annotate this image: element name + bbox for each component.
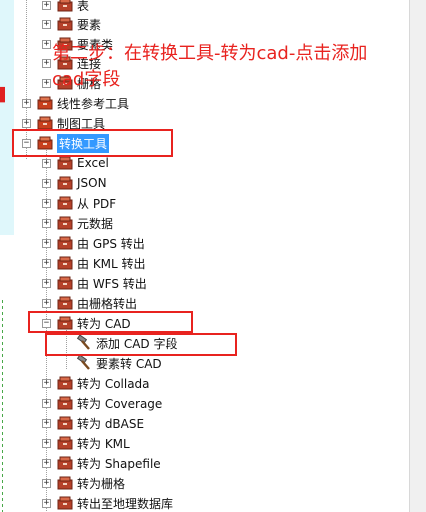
toolset-icon	[57, 396, 73, 410]
tree-item-feature[interactable]: + 要素	[42, 14, 101, 34]
tree-item-table[interactable]: + 表	[42, 0, 89, 15]
toolset-metadata[interactable]: + 元数据	[42, 213, 113, 233]
toolset-from-pdf[interactable]: + 从 PDF	[42, 193, 116, 213]
expand-plus-icon[interactable]: +	[42, 0, 51, 10]
annotation-text-line2: cad字段	[52, 69, 121, 90]
toolset-icon	[57, 476, 73, 490]
vertical-scrollbar[interactable]	[409, 0, 426, 512]
map-red-mark: ▌	[0, 88, 10, 103]
highlight-box-conversion	[12, 129, 173, 157]
tree-item-label: 转为 Shapefile	[77, 456, 161, 471]
toolset-from-gps[interactable]: + 由 GPS 转出	[42, 233, 145, 253]
expand-plus-icon[interactable]: +	[42, 458, 51, 468]
toolset-to-raster[interactable]: + 转为栅格	[42, 473, 125, 493]
expand-plus-icon[interactable]: +	[42, 58, 51, 68]
toolset-icon	[57, 196, 73, 210]
toolset-icon	[57, 456, 73, 470]
tree-item-label: 要素	[77, 17, 102, 32]
expand-plus-icon[interactable]: +	[42, 198, 51, 208]
expand-plus-icon[interactable]: +	[42, 278, 51, 288]
tree-item-label: 转为 Collada	[77, 376, 150, 391]
expand-plus-icon[interactable]: +	[42, 398, 51, 408]
toolset-to-coverage[interactable]: + 转为 Coverage	[42, 393, 162, 413]
tree-item-label: 线性参考工具	[57, 96, 130, 111]
expand-plus-icon[interactable]: +	[42, 19, 51, 29]
expand-plus-icon[interactable]: +	[42, 78, 51, 88]
tree-item-label: 从 PDF	[77, 196, 117, 211]
expand-plus-icon[interactable]: +	[42, 478, 51, 488]
toolset-icon	[57, 376, 73, 390]
toolset-icon	[57, 156, 73, 170]
toolset-icon	[57, 276, 73, 290]
tree-item-label: 转为 KML	[77, 436, 130, 451]
toolbox-icon	[57, 17, 73, 31]
tree-item-label: 由 WFS 转出	[77, 276, 147, 291]
tree-item-label: 元数据	[77, 216, 114, 231]
toolbox-icon	[37, 116, 53, 130]
toolset-icon	[57, 496, 73, 510]
expand-plus-icon[interactable]: +	[22, 98, 31, 108]
toolset-to-kml[interactable]: + 转为 KML	[42, 433, 130, 453]
toolset-icon	[57, 416, 73, 430]
expand-plus-icon[interactable]: +	[42, 218, 51, 228]
toolbox-icon	[37, 96, 53, 110]
expand-plus-icon[interactable]: +	[42, 418, 51, 428]
map-canvas-fragment: ▌	[0, 0, 18, 512]
toolbox-linear-referencing[interactable]: + 线性参考工具	[22, 93, 129, 113]
toolset-to-shapefile[interactable]: + 转为 Shapefile	[42, 453, 161, 473]
tree-item-label: 由栅格转出	[77, 296, 138, 311]
expand-plus-icon[interactable]: +	[42, 438, 51, 448]
tree-item-label: 要素转 CAD	[96, 356, 162, 371]
highlight-box-to-cad	[28, 311, 193, 333]
expand-plus-icon[interactable]: +	[42, 498, 51, 508]
expand-plus-icon[interactable]: +	[42, 178, 51, 188]
toolset-icon	[57, 436, 73, 450]
toolset-icon	[57, 176, 73, 190]
expand-plus-icon[interactable]: +	[22, 118, 31, 128]
map-boundary-line	[2, 300, 3, 512]
tree-item-label: 转为栅格	[77, 476, 126, 491]
expand-plus-icon[interactable]: +	[42, 378, 51, 388]
tree-item-label: 表	[77, 0, 90, 13]
toolset-icon	[57, 216, 73, 230]
tree-item-label: JSON	[77, 176, 107, 190]
toolset-from-kml[interactable]: + 由 KML 转出	[42, 253, 146, 273]
tree-item-label: 转为 Coverage	[77, 396, 163, 411]
toolset-to-collada[interactable]: + 转为 Collada	[42, 373, 150, 393]
tree-item-label: 转出至地理数据库	[77, 496, 174, 511]
toolset-icon	[57, 236, 73, 250]
expand-plus-icon[interactable]: +	[42, 238, 51, 248]
toolset-json[interactable]: + JSON	[42, 173, 107, 193]
toolbox-icon	[57, 0, 73, 12]
tree-item-label: 转为 dBASE	[77, 416, 145, 431]
tool-features-to-cad[interactable]: 要素转 CAD	[76, 353, 162, 373]
annotation-text-line1: 第二步：在转换工具-转为cad-点击添加	[52, 43, 368, 64]
toolset-from-wfs[interactable]: + 由 WFS 转出	[42, 273, 147, 293]
toolset-icon	[57, 296, 73, 310]
expand-plus-icon[interactable]: +	[42, 258, 51, 268]
tree-item-label: 由 KML 转出	[77, 256, 146, 271]
toolset-icon	[57, 256, 73, 270]
expand-plus-icon[interactable]: +	[42, 158, 51, 168]
toolset-from-raster[interactable]: + 由栅格转出	[42, 293, 137, 313]
expand-plus-icon[interactable]: +	[42, 39, 51, 49]
expand-plus-icon[interactable]: +	[42, 298, 51, 308]
toolset-to-dbase[interactable]: + 转为 dBASE	[42, 413, 144, 433]
map-water-area	[0, 0, 14, 235]
hammer-icon	[76, 354, 92, 371]
toolset-to-geodatabase[interactable]: + 转出至地理数据库	[42, 493, 173, 512]
highlight-box-add-cad-fields	[45, 333, 237, 356]
tree-item-label: Excel	[77, 156, 109, 170]
tree-item-label: 由 GPS 转出	[77, 236, 145, 251]
